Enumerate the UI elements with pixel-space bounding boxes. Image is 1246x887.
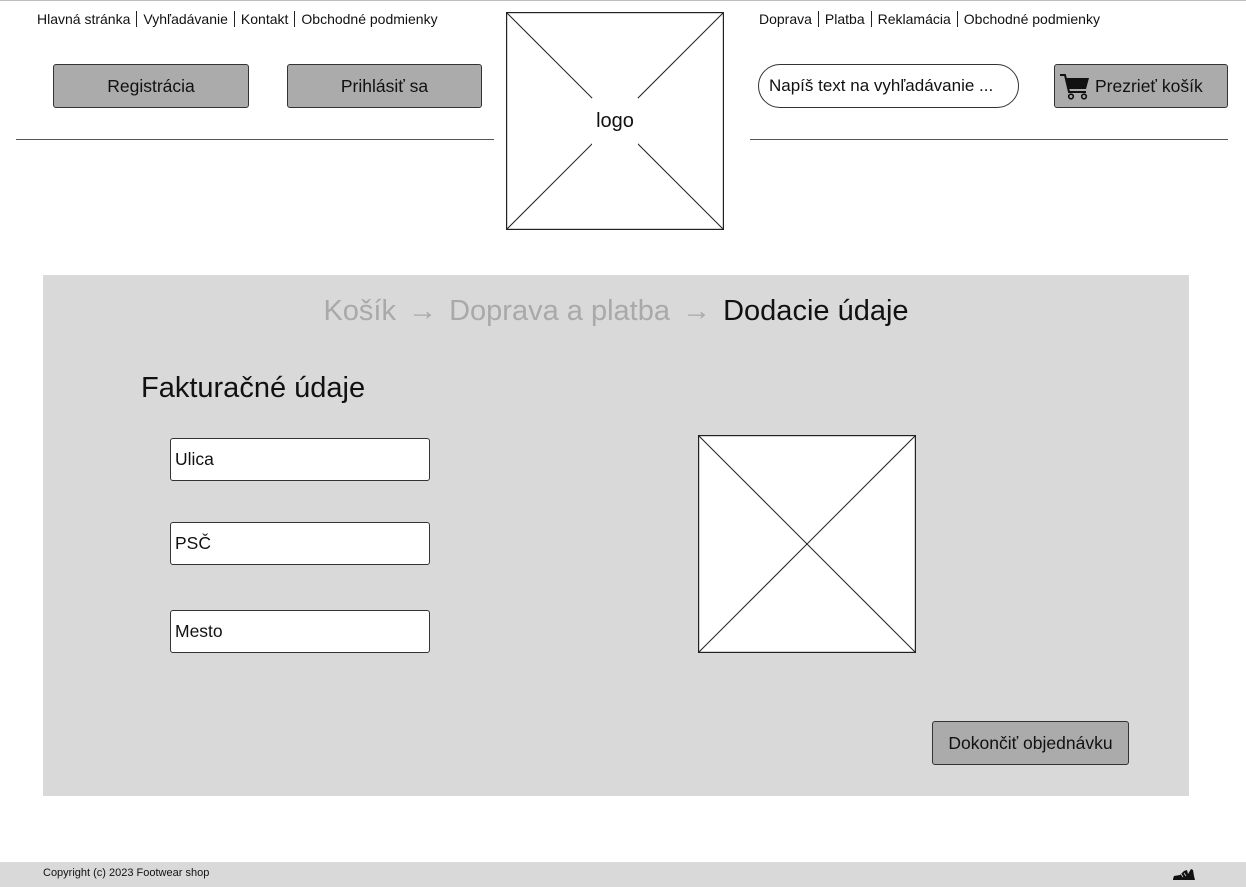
nav-separator: [233, 11, 235, 27]
nav-home-link[interactable]: Hlavná stránka: [37, 11, 130, 27]
image-placeholder-icon: [698, 435, 916, 653]
nav-separator: [136, 11, 138, 27]
shopping-cart-icon: [1060, 74, 1089, 100]
nav-separator: [817, 11, 819, 27]
nav-terms-link-right[interactable]: Obchodné podmienky: [964, 11, 1100, 27]
nav-separator: [870, 11, 872, 27]
top-nav-left: Hlavná stránka Vyhľadávanie Kontakt Obchodn…: [37, 11, 438, 27]
nav-shipping-link[interactable]: Doprava: [759, 11, 812, 27]
nav-terms-link[interactable]: Obchodné podmienky: [301, 11, 437, 27]
nav-search-link[interactable]: Vyhľadávanie: [143, 11, 228, 27]
step-shipping-payment[interactable]: Doprava a platba: [449, 295, 670, 327]
city-field[interactable]: [170, 610, 430, 653]
login-button[interactable]: Prihlásiť sa: [287, 64, 482, 108]
checkout-panel: Košík → Doprava a platba → Dodacie údaje…: [43, 275, 1189, 796]
search-input[interactable]: [758, 64, 1019, 108]
header-divider-right: [750, 139, 1228, 140]
register-button[interactable]: Registrácia: [53, 64, 249, 108]
nav-separator: [294, 11, 296, 27]
complete-order-button[interactable]: Dokončiť objednávku: [932, 721, 1129, 765]
top-nav-right: Doprava Platba Reklamácia Obchodné podmienk…: [759, 11, 1100, 27]
shoe-icon: [1173, 869, 1195, 880]
image-placeholder: [698, 435, 916, 653]
step-delivery-details: Dodacie údaje: [723, 295, 909, 327]
nav-contact-link[interactable]: Kontakt: [241, 11, 288, 27]
nav-payment-link[interactable]: Platba: [825, 11, 865, 27]
billing-section-title: Fakturačné údaje: [141, 372, 366, 404]
copyright-text: Copyright (c) 2023 Footwear shop: [43, 867, 210, 879]
view-cart-label: Prezrieť košík: [1095, 75, 1203, 96]
logo-text: logo: [592, 97, 638, 145]
top-border: [0, 0, 1246, 1]
nav-separator: [956, 11, 958, 27]
checkout-steps: Košík → Doprava a platba → Dodacie údaje: [43, 295, 1189, 328]
zip-field[interactable]: [170, 522, 430, 565]
step-arrow-icon: →: [408, 295, 438, 327]
footer: Copyright (c) 2023 Footwear shop: [0, 862, 1246, 887]
nav-complaints-link[interactable]: Reklamácia: [878, 11, 951, 27]
logo[interactable]: logo: [506, 12, 724, 230]
header-divider-left: [16, 139, 494, 140]
step-arrow-icon: →: [682, 295, 712, 327]
street-field[interactable]: [170, 438, 430, 481]
step-cart[interactable]: Košík: [323, 295, 396, 327]
view-cart-button[interactable]: Prezrieť košík: [1054, 64, 1228, 108]
